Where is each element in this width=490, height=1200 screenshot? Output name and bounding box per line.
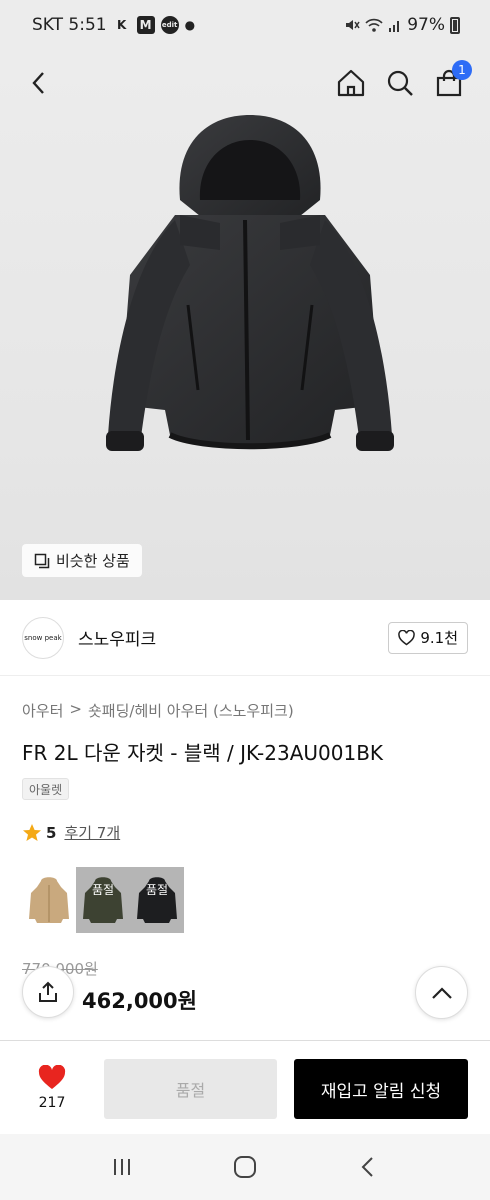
- brand-like-count: 9.1천: [420, 629, 458, 647]
- outlet-tag-label: 아울렛: [29, 782, 63, 797]
- home-icon: [337, 69, 365, 97]
- home-circle-icon: [233, 1156, 256, 1178]
- star-icon: [23, 823, 41, 841]
- app-m-icon: M: [136, 16, 155, 34]
- wifi-icon: [365, 18, 383, 32]
- similar-products-label: 비슷한 상품: [56, 552, 130, 570]
- outlet-tag: 아울렛: [22, 778, 70, 800]
- share-icon: [39, 981, 57, 1002]
- option-khaki-soldout-label: 품절: [91, 883, 115, 897]
- home-system-button[interactable]: [225, 1147, 265, 1187]
- restock-alert-label: 재입고 알림 신청: [320, 1081, 442, 1102]
- app-edit-icon: edit: [160, 16, 179, 34]
- back-button[interactable]: [22, 66, 56, 100]
- breadcrumb-level1[interactable]: 아우터: [22, 700, 63, 721]
- search-icon: [387, 70, 413, 96]
- bottom-action-bar: 217 품절 재입고 알림 신청: [0, 1040, 490, 1134]
- breadcrumb: 아우터 > 숏패딩/헤비 아우터 (스노우피크): [22, 700, 294, 721]
- reviews-link[interactable]: 후기 7개: [64, 822, 120, 843]
- option-beige[interactable]: [22, 867, 76, 933]
- battery-percent: 97%: [407, 15, 445, 35]
- status-right: 97%: [344, 15, 460, 35]
- product-detail-page: SKT 5:51 K M edit ● 97% 1 비슷한 상품 snow pe…: [0, 0, 490, 1200]
- product-title: FR 2L 다운 자켓 - 블랙 / JK-23AU001BK: [22, 741, 384, 765]
- battery-icon: [450, 16, 460, 34]
- soldout-button-label: 품절: [175, 1081, 206, 1100]
- jacket-product-image: [106, 115, 394, 451]
- rating-score: 5: [46, 823, 57, 842]
- scroll-top-button[interactable]: [415, 966, 468, 1019]
- back-arrow-icon: [361, 1157, 374, 1177]
- brand-like-button[interactable]: 9.1천: [388, 621, 468, 654]
- brand-logo-text: snow peak: [24, 633, 62, 642]
- chevron-up-icon: [431, 986, 452, 999]
- restock-alert-button[interactable]: 재입고 알림 신청: [294, 1059, 468, 1119]
- color-options: 품절 품절: [22, 867, 184, 933]
- cart-button[interactable]: 1: [432, 60, 472, 100]
- brand-row[interactable]: snow peak 스노우피크 9.1천: [0, 600, 490, 676]
- cart-badge: 1: [452, 60, 472, 80]
- wish-count: 217: [38, 1094, 66, 1111]
- carrier-time: SKT 5:51: [32, 15, 107, 35]
- brand-logo[interactable]: snow peak: [22, 616, 64, 659]
- wish-button[interactable]: 217: [0, 1064, 104, 1111]
- search-button[interactable]: [383, 66, 417, 100]
- soldout-button[interactable]: 품절: [104, 1059, 277, 1119]
- app-k-icon: K: [116, 18, 127, 32]
- heart-filled-icon: [38, 1064, 66, 1089]
- sale-price: 462,000원: [82, 989, 197, 1013]
- system-nav-bar: [0, 1134, 490, 1200]
- chevron-left-icon: [32, 72, 44, 94]
- brand-name[interactable]: 스노우피크: [78, 625, 156, 650]
- copy-icon: [34, 553, 50, 568]
- share-button[interactable]: [22, 966, 74, 1018]
- heart-outline-icon: [398, 629, 416, 645]
- recents-button[interactable]: [102, 1147, 142, 1187]
- option-black[interactable]: 품절: [130, 867, 184, 933]
- similar-products-button[interactable]: 비슷한 상품: [22, 544, 142, 577]
- notification-dot-icon: ●: [184, 18, 196, 32]
- breadcrumb-level2[interactable]: 숏패딩/헤비 아우터 (스노우피크): [88, 700, 294, 721]
- signal-icon: [389, 21, 400, 32]
- option-khaki[interactable]: 품절: [76, 867, 130, 933]
- recents-icon: [113, 1159, 130, 1175]
- mute-icon: [346, 20, 360, 30]
- option-black-soldout-label: 품절: [145, 883, 169, 897]
- product-image-area[interactable]: 1 비슷한 상품: [0, 50, 490, 600]
- breadcrumb-separator: >: [69, 700, 82, 718]
- status-bar: SKT 5:51 K M edit ● 97%: [0, 0, 490, 50]
- jacket-beige-thumbnail: [29, 877, 69, 923]
- rating-row: 5 후기 7개: [22, 822, 120, 843]
- system-back-button[interactable]: [348, 1147, 388, 1187]
- home-button[interactable]: [334, 66, 368, 100]
- status-left: SKT 5:51 K M edit ●: [32, 15, 195, 35]
